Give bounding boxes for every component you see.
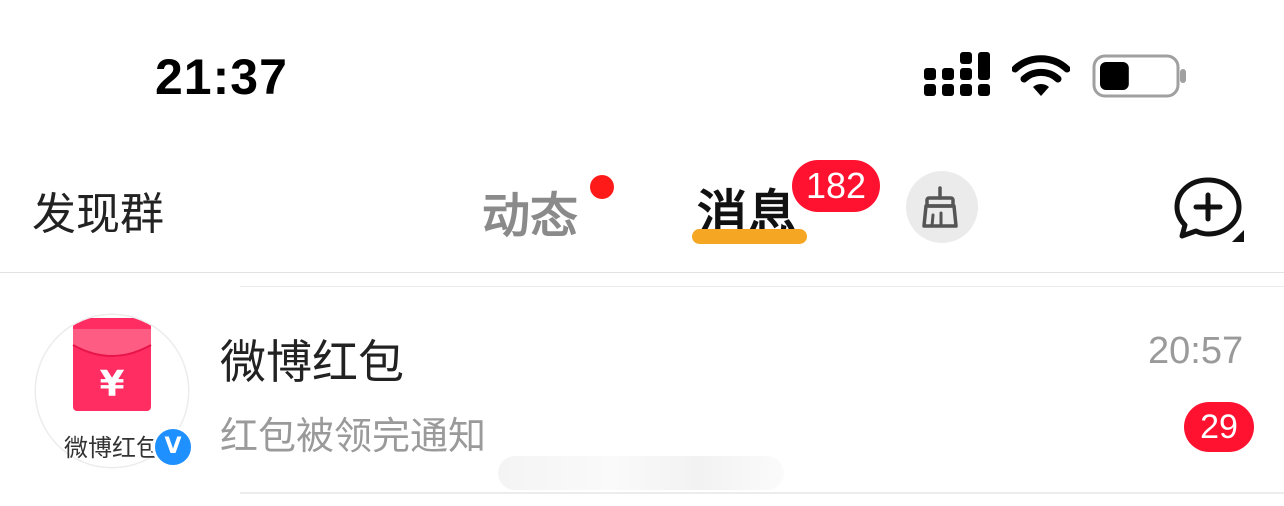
active-tab-indicator	[692, 229, 807, 244]
header-divider	[0, 272, 1284, 273]
status-time: 21:37	[155, 49, 288, 105]
avatar-caption: 微博红包	[64, 434, 160, 462]
row-divider	[240, 492, 1284, 494]
verified-badge-icon: V	[152, 426, 194, 468]
conversation-time: 20:57	[1148, 330, 1244, 372]
tab-activity[interactable]: 动态	[482, 176, 578, 246]
activity-red-dot	[590, 175, 614, 199]
wifi-icon	[1012, 55, 1070, 96]
chat-plus-icon[interactable]	[1172, 176, 1244, 242]
conversation-name: 微博红包	[220, 335, 404, 389]
cellular-signal-icon	[924, 52, 990, 96]
unread-count-badge: 29	[1184, 402, 1254, 452]
conversation-preview: 红包被领完通知	[220, 414, 487, 458]
redacted-overlay	[498, 456, 784, 490]
discover-groups-link[interactable]: 发现群	[32, 178, 164, 242]
list-divider	[240, 286, 1284, 287]
broom-icon	[922, 186, 958, 228]
clear-unread-button[interactable]	[906, 171, 978, 243]
svg-text:¥: ¥	[99, 364, 124, 405]
messages-unread-badge: 182	[792, 160, 880, 212]
battery-icon	[1092, 54, 1186, 98]
